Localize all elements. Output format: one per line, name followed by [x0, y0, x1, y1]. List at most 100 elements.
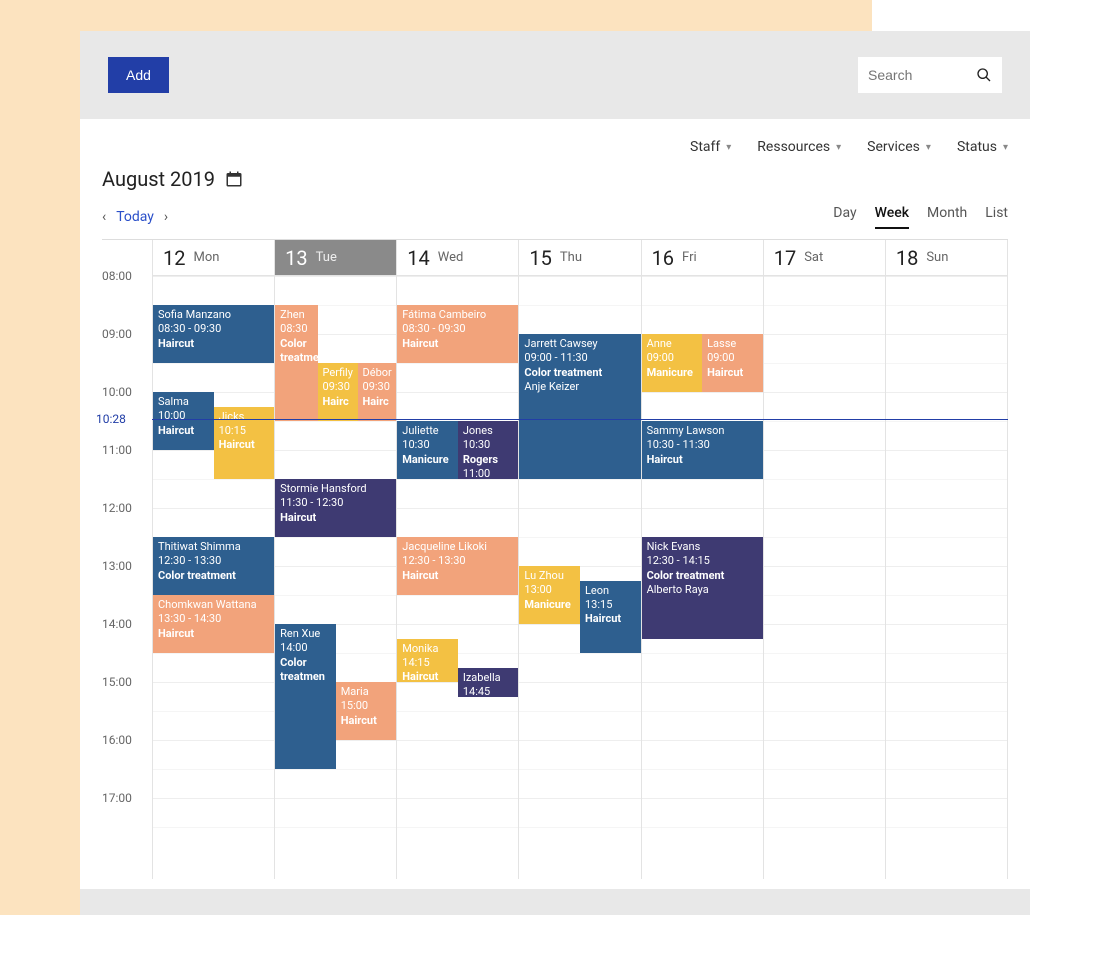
event[interactable]: Jones10:30Rogers11:00 [458, 421, 519, 479]
chevron-down-icon: ▾ [726, 142, 731, 153]
event-name: Anne [647, 337, 698, 351]
day-header[interactable]: 16Fri [642, 240, 763, 276]
event[interactable]: Nick Evans12:30 - 14:15Color treatmentAl… [642, 537, 763, 639]
event-service: Haircut [402, 670, 453, 682]
day-slots[interactable]: Fátima Cambeiro08:30 - 09:30Haircut Julie… [397, 276, 518, 879]
event-service: Haircut [158, 424, 209, 438]
event-name: Sammy Lawson [647, 424, 758, 438]
filter-staff[interactable]: Staff▾ [690, 139, 731, 155]
event[interactable]: Ren Xue14:00Color treatmen [275, 624, 336, 769]
day-name: Tue [316, 250, 337, 265]
event[interactable]: Fátima Cambeiro08:30 - 09:30Haircut [397, 305, 518, 363]
today-link[interactable]: Today [116, 209, 154, 225]
search-box[interactable] [858, 57, 1002, 93]
title-row: August 2019 [80, 155, 1030, 191]
event-time: 12:30 - 13:30 [402, 554, 513, 568]
day-header[interactable]: 15Thu [519, 240, 640, 276]
event[interactable]: Stormie Hansford11:30 - 12:30Haircut [275, 479, 396, 537]
event[interactable]: Jarrett Cawsey09:00 - 11:30Color treatme… [519, 334, 640, 479]
event[interactable]: Lasse09:00Haircut [702, 334, 763, 392]
day-column: 13TueZhen08:30Color treatmentPerfily09:3… [274, 240, 396, 879]
day-header[interactable]: 14Wed [397, 240, 518, 276]
day-number: 16 [652, 246, 674, 270]
view-tab-week[interactable]: Week [875, 205, 909, 229]
view-tab-list[interactable]: List [985, 205, 1008, 229]
event-name: Thitiwat Shimma [158, 540, 269, 554]
day-header[interactable]: 13Tue [275, 240, 396, 276]
event[interactable]: Lu Zhou13:00Manicure [519, 566, 580, 624]
event-name: Leon [585, 584, 636, 598]
chevron-down-icon: ▾ [926, 142, 931, 153]
event[interactable]: Jicks10:15Haircut [214, 407, 275, 480]
event-time: 08:30 - 09:30 [402, 322, 513, 336]
event-time: 10:00 [158, 409, 209, 423]
event-time: 13:15 [585, 598, 636, 612]
event[interactable]: Perfily09:30Hairc [318, 363, 358, 421]
day-slots[interactable] [764, 276, 885, 879]
day-slots[interactable]: Zhen08:30Color treatmentPerfily09:30Hair… [275, 276, 396, 879]
filter-services[interactable]: Services▾ [867, 139, 931, 155]
next-arrow-icon[interactable]: › [164, 209, 168, 225]
event-service: Manicure [524, 598, 575, 612]
event[interactable]: Salma10:00Haircut [153, 392, 214, 450]
event-name: Izabella [463, 671, 514, 685]
view-tab-day[interactable]: Day [833, 205, 856, 229]
event[interactable]: Thitiwat Shimma12:30 - 13:30Color treatm… [153, 537, 274, 595]
prev-arrow-icon[interactable]: ‹ [102, 209, 106, 225]
day-slots[interactable]: Jarrett Cawsey09:00 - 11:30Color treatme… [519, 276, 640, 879]
event[interactable]: Anne09:00Manicure [642, 334, 703, 392]
event-time: 14:00 [280, 641, 331, 655]
day-header[interactable]: 18Sun [886, 240, 1007, 276]
event-name: Salma [158, 395, 209, 409]
event-extra: Anje Keizer [524, 380, 635, 394]
event-name: Lu Zhou [524, 569, 575, 583]
event-service: Haircut [341, 714, 392, 728]
event-service: Haircut [280, 511, 391, 525]
filters: Staff▾ Ressources▾ Services▾ Status▾ [80, 119, 1030, 155]
event-name: Monika [402, 642, 453, 656]
event-time: 10:30 - 11:30 [647, 438, 758, 452]
event[interactable]: Débor09:30Hairc [358, 363, 397, 421]
event-time: 11:30 - 12:30 [280, 496, 391, 510]
event-name: Maria [341, 685, 392, 699]
event-time: 09:30 [363, 380, 392, 394]
time-label: 11:00 [102, 443, 132, 457]
event-time: 13:00 [524, 583, 575, 597]
day-number: 15 [529, 246, 551, 270]
day-number: 12 [163, 246, 185, 270]
add-button[interactable]: Add [108, 57, 169, 93]
search-input[interactable] [868, 67, 976, 83]
event[interactable]: Maria15:00Haircut [336, 682, 397, 740]
day-header[interactable]: 12Mon [153, 240, 274, 276]
filter-status[interactable]: Status▾ [957, 139, 1008, 155]
event-extra: 11:00 [463, 467, 514, 479]
event-service: Haircut [402, 569, 513, 583]
event-service: Haircut [707, 366, 758, 380]
nav-row: ‹ Today › Day Week Month List [80, 191, 1030, 239]
event[interactable]: Sofia Manzano08:30 - 09:30Haircut [153, 305, 274, 363]
view-tab-month[interactable]: Month [927, 205, 967, 229]
event-service: Hairc [323, 395, 353, 409]
event[interactable]: Juliette10:30Manicure [397, 421, 458, 479]
days-row: 12Mon Sofia Manzano08:30 - 09:30Haircut Sa… [152, 240, 1008, 879]
event-service: Manicure [647, 366, 698, 380]
event[interactable]: Sammy Lawson10:30 - 11:30Haircut [642, 421, 763, 479]
day-slots[interactable]: Anne09:00ManicureLasse09:00Haircut Sammy … [642, 276, 763, 879]
event[interactable]: Leon13:15Haircut [580, 581, 641, 654]
event[interactable]: Jacqueline Likoki12:30 - 13:30Haircut [397, 537, 518, 595]
day-column: 16Fri Anne09:00ManicureLasse09:00Haircut S… [641, 240, 763, 879]
event[interactable]: Chomkwan Wattana13:30 - 14:30Haircut [153, 595, 274, 653]
day-name: Sun [926, 250, 948, 265]
day-header[interactable]: 17Sat [764, 240, 885, 276]
day-slots[interactable] [886, 276, 1007, 879]
filter-ressources[interactable]: Ressources▾ [757, 139, 841, 155]
page-title: August 2019 [102, 167, 215, 191]
time-label: 17:00 [102, 791, 132, 805]
event[interactable]: Izabella14:45 [458, 668, 519, 697]
day-slots[interactable]: Sofia Manzano08:30 - 09:30Haircut Salma10… [153, 276, 274, 879]
calendar-icon[interactable] [225, 170, 243, 188]
event[interactable]: Zhen08:30Color treatment [275, 305, 317, 421]
event[interactable]: Monika14:15Haircut [397, 639, 458, 683]
event-time: 12:30 - 13:30 [158, 554, 269, 568]
event-name: Nick Evans [647, 540, 758, 554]
